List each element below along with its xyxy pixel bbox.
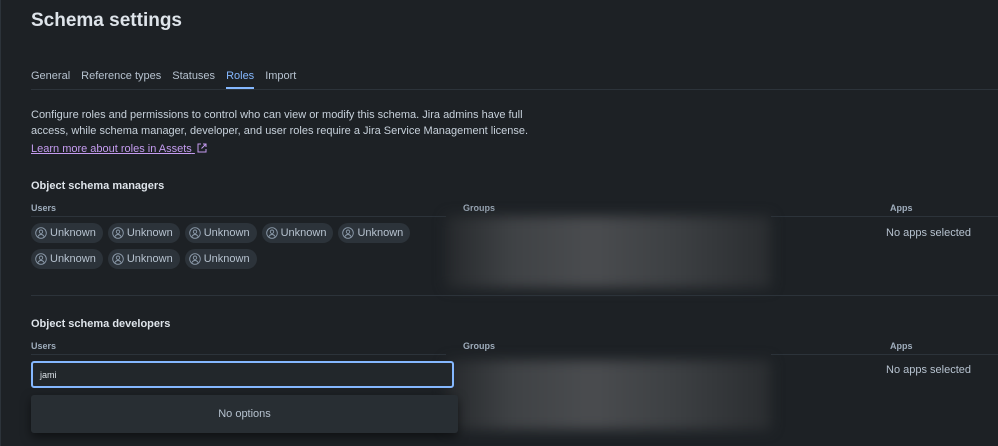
managers-header-line-right xyxy=(771,216,998,217)
managers-user-list: Unknown Unknown Unknown Unknown Unknown Unkno… xyxy=(31,223,431,269)
user-chip-label: Unknown xyxy=(126,253,173,265)
developers-groups-header: Groups xyxy=(463,341,496,351)
user-chip[interactable]: Unknown xyxy=(107,223,180,243)
developers-groups-redacted xyxy=(446,360,771,430)
tab-roles[interactable]: Roles xyxy=(226,70,255,89)
user-avatar-icon xyxy=(188,253,201,265)
managers-apps-value: No apps selected xyxy=(886,227,971,239)
tabs-divider xyxy=(31,89,998,90)
user-chip-label: Unknown xyxy=(203,253,250,265)
roles-description: Configure roles and permissions to contr… xyxy=(31,109,529,137)
user-avatar-icon xyxy=(112,253,124,265)
user-chip-label: Unknown xyxy=(357,227,404,239)
developers-users-header: Users xyxy=(31,341,57,351)
learn-more-link[interactable]: Learn more about roles in Assets xyxy=(31,143,207,155)
user-avatar-icon xyxy=(188,227,201,239)
user-chip[interactable]: Unknown xyxy=(184,249,257,269)
tab-import[interactable]: Import xyxy=(265,70,296,82)
user-chip[interactable]: Unknown xyxy=(31,249,103,269)
managers-apps-header: Apps xyxy=(890,203,913,213)
user-avatar-icon xyxy=(342,227,355,239)
learn-more-label: Learn more about roles in Assets xyxy=(31,143,192,155)
managers-groups-header: Groups xyxy=(463,203,496,213)
user-avatar-icon xyxy=(265,227,278,239)
user-chip[interactable]: Unknown xyxy=(338,223,411,243)
user-chip[interactable]: Unknown xyxy=(31,223,103,243)
user-avatar-icon xyxy=(35,253,47,265)
user-avatar-icon xyxy=(112,227,124,239)
user-avatar-icon xyxy=(35,227,47,239)
managers-users-header: Users xyxy=(31,203,57,213)
external-link-icon xyxy=(197,143,207,153)
search-input-value: jami xyxy=(40,369,57,380)
left-border xyxy=(0,0,1,446)
managers-section-title: Object schema managers xyxy=(31,180,165,192)
tab-statuses[interactable]: Statuses xyxy=(172,70,215,82)
developers-section-title: Object schema developers xyxy=(31,318,171,330)
tab-bar: General Reference types Statuses Roles I… xyxy=(31,70,296,89)
user-chip-label: Unknown xyxy=(203,227,250,239)
section-divider xyxy=(31,295,998,296)
page-title: Schema settings xyxy=(31,10,182,31)
user-chip-label: Unknown xyxy=(50,227,96,239)
managers-header-line xyxy=(31,216,446,217)
user-chip-label: Unknown xyxy=(126,227,173,239)
managers-groups-redacted xyxy=(446,216,771,288)
user-chip[interactable]: Unknown xyxy=(261,223,334,243)
user-chip-label: Unknown xyxy=(280,227,327,239)
user-options-dropdown: No options xyxy=(31,395,458,433)
developers-header-line-right xyxy=(771,354,998,355)
tab-general[interactable]: General xyxy=(31,70,70,82)
user-chip[interactable]: Unknown xyxy=(184,223,257,243)
no-options-message: No options xyxy=(218,408,271,420)
tab-reference-types[interactable]: Reference types xyxy=(81,70,161,82)
user-chip-label: Unknown xyxy=(50,253,96,265)
developers-apps-value: No apps selected xyxy=(886,364,971,376)
developers-header-line xyxy=(31,354,446,355)
developers-apps-header: Apps xyxy=(890,341,913,351)
developers-user-search-input[interactable]: jami xyxy=(31,361,454,388)
user-chip[interactable]: Unknown xyxy=(107,249,180,269)
